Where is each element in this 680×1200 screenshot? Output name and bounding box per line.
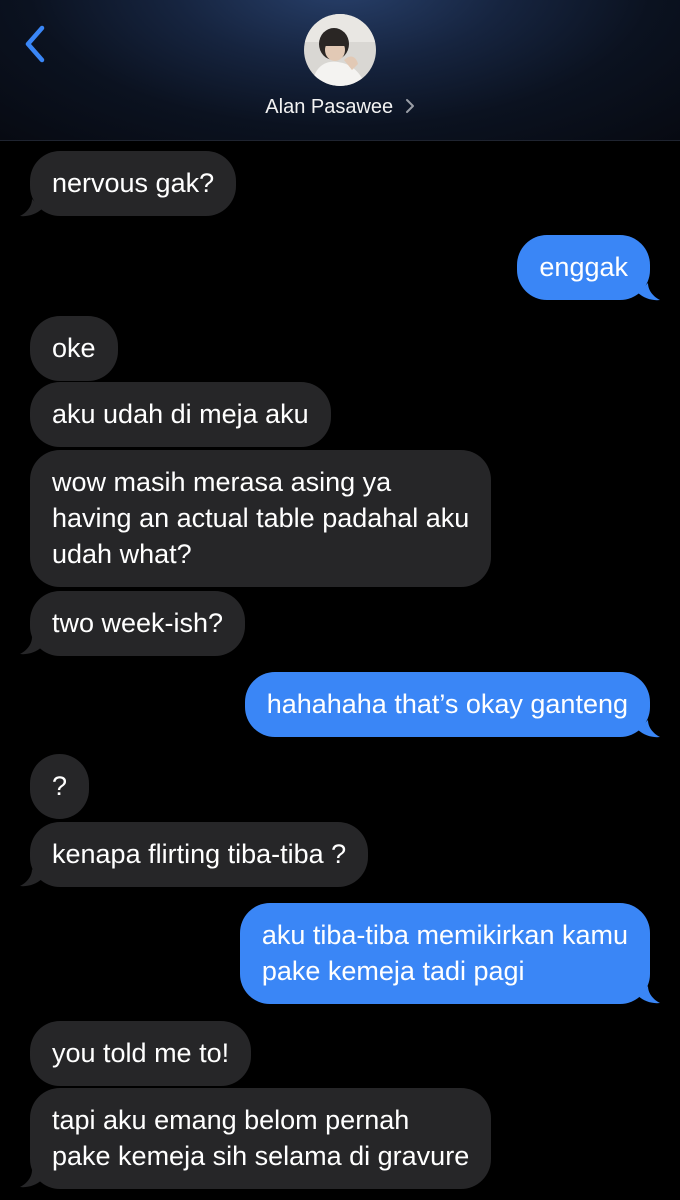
chevron-right-icon (405, 99, 414, 113)
incoming-message[interactable]: two week-ish? (30, 591, 246, 656)
chevron-left-icon (25, 25, 45, 63)
outgoing-message[interactable]: enggak (517, 235, 650, 300)
outgoing-message[interactable]: hahahaha that’s okay ganteng (244, 672, 650, 737)
avatar-photo (304, 14, 376, 86)
bubble-tail (638, 720, 660, 738)
contact-name-button[interactable]: Alan Pasawee (0, 96, 680, 119)
contact-name: Alan Pasawee (265, 96, 394, 118)
bubble-tail (20, 637, 42, 655)
incoming-message[interactable]: ? (30, 754, 90, 819)
outgoing-message[interactable]: aku tiba-tiba memikirkan kamu pake kemej… (239, 903, 650, 1004)
bubble-tail (638, 283, 660, 301)
incoming-message[interactable]: nervous gak? (30, 151, 237, 216)
incoming-message[interactable]: wow masih merasa asing ya having an actu… (30, 450, 492, 587)
bubble-tail (20, 869, 42, 887)
message-thread[interactable]: nervous gak? enggak oke aku udah di meja… (0, 140, 680, 1200)
incoming-message[interactable]: oke (30, 316, 118, 381)
incoming-message[interactable]: tapi aku emang belom pernah pake kemeja … (30, 1088, 492, 1189)
incoming-message[interactable]: kenapa flirting tiba-tiba ? (30, 822, 369, 887)
bubble-tail (638, 986, 660, 1004)
back-button[interactable] (18, 22, 54, 66)
contact-avatar[interactable] (304, 14, 376, 86)
incoming-message[interactable]: aku udah di meja aku (30, 382, 331, 447)
bubble-tail (20, 199, 42, 217)
conversation-header: Alan Pasawee (0, 0, 680, 141)
incoming-message[interactable]: you told me to! (30, 1021, 252, 1086)
bubble-tail (20, 1170, 42, 1188)
